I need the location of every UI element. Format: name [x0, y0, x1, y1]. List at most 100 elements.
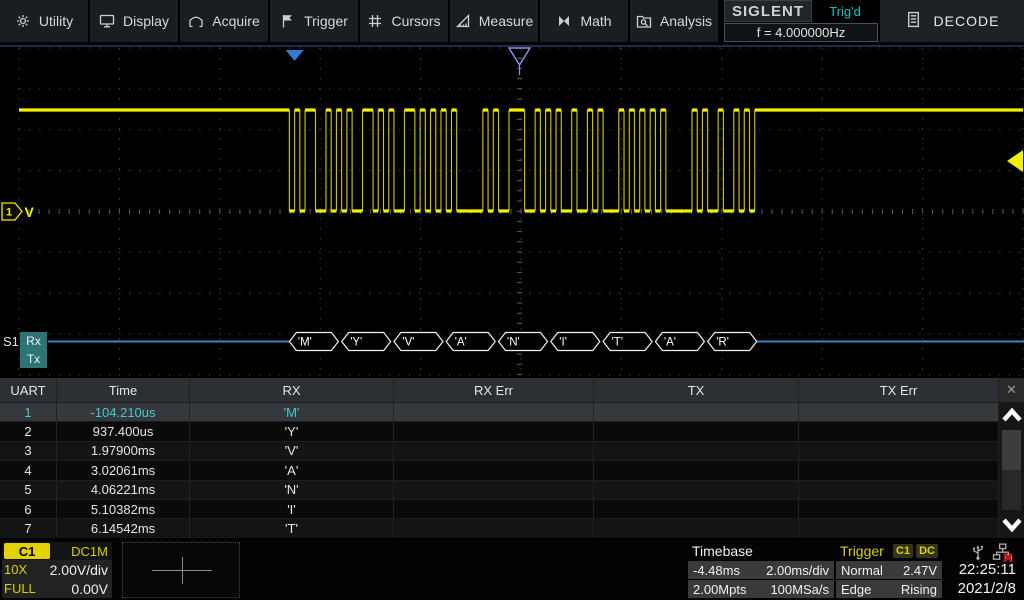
table-scrollbar[interactable] [999, 402, 1024, 538]
table-cell: 4 [0, 461, 57, 479]
table-cell [594, 442, 799, 460]
tx-channel-badge[interactable]: Tx [20, 350, 47, 368]
table-cell [394, 442, 594, 460]
table-cell [394, 519, 594, 537]
table-cell [394, 422, 594, 440]
table-cell [799, 519, 999, 537]
decode-bubble[interactable] [655, 333, 704, 351]
gear-icon [15, 13, 31, 29]
table-cell: 5 [0, 481, 57, 499]
sample-rate: 100MSa/s [770, 582, 829, 597]
menu-bar: Utility Display Acquire Trigger CursorsMeasu… [0, 0, 724, 42]
decode-bubble[interactable] [394, 333, 443, 351]
trigger-position-marker[interactable] [286, 50, 304, 61]
ruler-icon [455, 13, 471, 29]
trigger-frequency: f = 4.000000Hz [724, 23, 878, 42]
oscilloscope-screen: Utility Display Acquire Trigger CursorsMeasu… [0, 0, 1024, 600]
table-cell: -104.210us [57, 403, 190, 421]
table-cell [799, 442, 999, 460]
table-cell [594, 519, 799, 537]
menu-item-utility[interactable]: Utility [0, 0, 88, 42]
table-close-button[interactable]: ✕ [999, 378, 1024, 402]
crosshair-icon [182, 557, 183, 584]
decode-bubble-label: 'A' [455, 337, 467, 349]
decode-bubble[interactable] [342, 333, 391, 351]
decode-tab[interactable]: DECODE [880, 0, 1024, 42]
channel-marker-suffix: V [25, 204, 35, 220]
table-cell [394, 481, 594, 499]
timebase-label: Timebase [692, 543, 753, 559]
table-cell [594, 461, 799, 479]
volts-per-div: 2.00V/div [50, 562, 108, 578]
table-cell: 6 [0, 500, 57, 518]
table-header-tx-err[interactable]: TX Err [799, 378, 999, 402]
menu-item-label: Analysis [660, 13, 712, 29]
decode-bubble[interactable] [289, 333, 338, 351]
decode-bubble[interactable] [708, 333, 757, 351]
bandwidth-limit: FULL [4, 581, 36, 596]
memory-depth: 2.00Mpts [693, 582, 746, 597]
menu-item-label: Trigger [304, 13, 348, 29]
table-header-tx[interactable]: TX [594, 378, 799, 402]
channel-descriptor-box[interactable]: C1 DC1M 10X 2.00V/div FULL 0.00V [2, 542, 112, 598]
trigger-box[interactable]: Trigger C1 DC Normal 2.47V Edge Rising [836, 542, 942, 598]
scrollbar-track[interactable] [1002, 430, 1021, 510]
scroll-up-button[interactable] [999, 402, 1024, 428]
center-axis-ticks [19, 48, 1023, 374]
table-header-uart[interactable]: UART [0, 378, 57, 402]
table-row-3[interactable]: 31.97900ms'V' [0, 441, 1024, 460]
table-cell: 4.06221ms [57, 481, 190, 499]
table-cell: 2 [0, 422, 57, 440]
decode-tab-label: DECODE [934, 13, 1000, 29]
table-row-6[interactable]: 65.10382ms'I' [0, 499, 1024, 518]
scrollbar-thumb[interactable] [1002, 430, 1021, 470]
decode-bubble-label: 'M' [298, 337, 312, 349]
document-icon [905, 11, 922, 31]
channel-name-badge: C1 [4, 543, 50, 559]
waveform-area[interactable]: 1V'M''Y''V''A''N''I''T''A''R' S1 Rx Tx [0, 44, 1024, 378]
table-header-rx[interactable]: RX [190, 378, 394, 402]
menu-item-display[interactable]: Display [90, 0, 178, 42]
timebase-scale: 2.00ms/div [766, 563, 829, 578]
scroll-down-button[interactable] [999, 512, 1024, 538]
empty-channel-slot[interactable] [122, 542, 240, 598]
horizontal-reference-marker[interactable] [509, 48, 530, 65]
decode-bubble[interactable] [603, 333, 652, 351]
menu-item-math[interactable]: Math [540, 0, 628, 42]
table-cell [799, 481, 999, 499]
table-cell [799, 403, 999, 421]
menu-item-label: Display [123, 13, 169, 29]
waveform-plot: 1V'M''Y''V''A''N''I''T''A''R' [0, 44, 1024, 378]
menu-item-analysis[interactable]: Analysis [630, 0, 718, 42]
timebase-delay: -4.48ms [693, 563, 740, 578]
table-cell: 937.400us [57, 422, 190, 440]
table-body: 1-104.210us'M'2937.400us'Y'31.97900ms'V'… [0, 402, 1024, 538]
table-row-5[interactable]: 54.06221ms'N' [0, 480, 1024, 499]
decode-bubble-label: 'A' [664, 337, 676, 349]
menu-item-trigger[interactable]: Trigger [270, 0, 358, 42]
trigger-coupling-badge: DC [916, 544, 938, 558]
table-cell [594, 422, 799, 440]
timebase-box[interactable]: Timebase -4.48ms 2.00ms/div 2.00Mpts 100… [688, 542, 834, 598]
menu-item-measure[interactable]: Measure [450, 0, 538, 42]
table-cell [394, 461, 594, 479]
menu-item-cursors[interactable]: Cursors [360, 0, 448, 42]
system-time: 22:25:11 [938, 560, 1016, 579]
table-row-7[interactable]: 76.14542ms'T' [0, 518, 1024, 537]
brand-logo: SIGLENT [724, 0, 812, 22]
table-row-2[interactable]: 2937.400us'Y' [0, 421, 1024, 440]
decode-bubble[interactable] [446, 333, 495, 351]
table-header-rx-err[interactable]: RX Err [394, 378, 594, 402]
trigger-level-marker[interactable] [1007, 150, 1023, 172]
folder-search-icon [636, 13, 652, 29]
menu-item-acquire[interactable]: Acquire [180, 0, 268, 42]
table-header-time[interactable]: Time [57, 378, 190, 402]
table-cell [594, 500, 799, 518]
table-row-1[interactable]: 1-104.210us'M' [0, 402, 1024, 421]
table-cell: 'T' [190, 519, 394, 537]
decode-bubble[interactable] [499, 333, 548, 351]
rx-channel-badge[interactable]: Rx [20, 332, 47, 350]
trigger-source-badge: C1 [893, 544, 913, 558]
decode-bubble[interactable] [551, 333, 600, 351]
table-row-4[interactable]: 43.02061ms'A' [0, 460, 1024, 479]
